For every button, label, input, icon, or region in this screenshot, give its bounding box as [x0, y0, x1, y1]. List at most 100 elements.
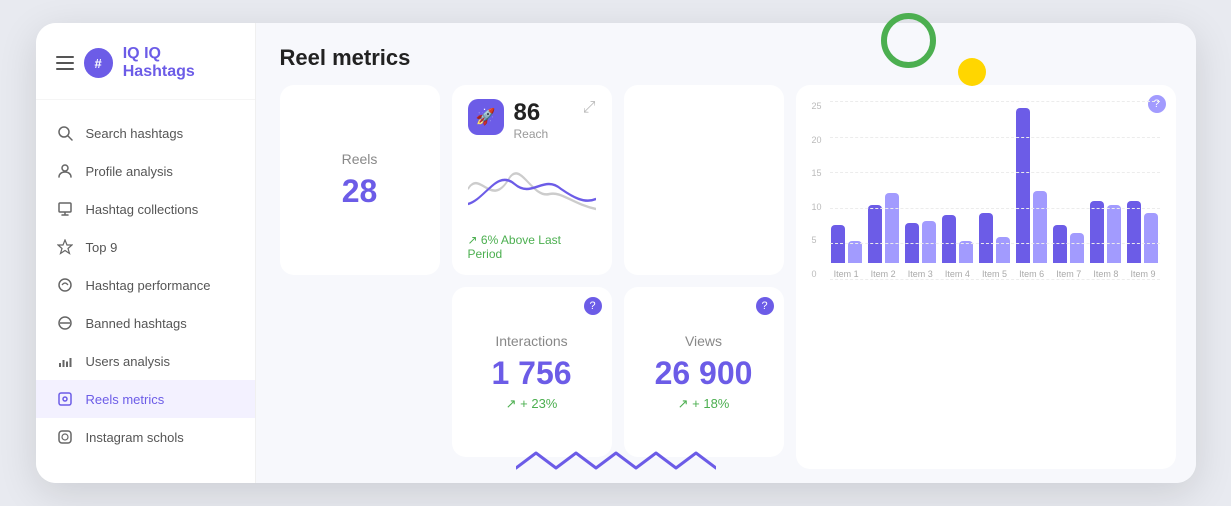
bar-item4-dark [942, 215, 956, 263]
bar-group-item9: Item 9 [1126, 201, 1159, 279]
sidebar-item-top-9[interactable]: Top 9 [36, 228, 255, 266]
y-label-5: 5 [812, 235, 822, 245]
sidebar-label-banned-hashtags: Banned hashtags [86, 316, 187, 331]
bar-label-item1: Item 1 [834, 269, 859, 279]
bar-item1-dark [831, 225, 845, 263]
bar-group-item4: Item 4 [941, 215, 974, 279]
sidebar-label-users-analysis: Users analysis [86, 354, 171, 369]
bar-chart-section: ? 25 20 15 10 5 0 [796, 85, 1176, 469]
deco-circle-yellow [958, 58, 986, 86]
performance-icon [56, 276, 74, 294]
sidebar-label-reels-metrics: Reels metrics [86, 392, 165, 407]
bar-group-item8: Item 8 [1089, 201, 1122, 279]
bar-item9-dark [1127, 201, 1141, 263]
users-icon [56, 352, 74, 370]
reach-arrow: ↗ [468, 233, 478, 247]
y-label-25: 25 [812, 101, 822, 111]
bar-group-item3: Item 3 [904, 221, 937, 279]
sidebar-item-banned-hashtags[interactable]: Banned hashtags [36, 304, 255, 342]
y-label-15: 15 [812, 168, 822, 178]
hamburger-icon[interactable] [56, 56, 74, 70]
bar-item6-light [1033, 191, 1047, 263]
bar-item3-light [922, 221, 936, 263]
bar-label-item9: Item 9 [1130, 269, 1155, 279]
banned-icon [56, 314, 74, 332]
bar-item2-light [885, 193, 899, 263]
y-label-10: 10 [812, 202, 822, 212]
reels-icon [56, 390, 74, 408]
views-value: 26 900 [655, 355, 753, 392]
bar-item2-dark [868, 205, 882, 263]
search-icon [56, 124, 74, 142]
sidebar-label-search-hashtags: Search hashtags [86, 126, 184, 141]
reach-value: 86 [514, 99, 549, 127]
interactions-change: ↗ + 23% [506, 396, 558, 412]
bar-group-item5: Item 5 [978, 213, 1011, 279]
bar-group-item1: Item 1 [830, 225, 863, 279]
sidebar-item-instagram-schols[interactable]: Instagram schols [36, 418, 255, 456]
interactions-value: 1 756 [491, 355, 571, 392]
bar-item5-dark [979, 213, 993, 263]
sidebar-logo: # IQ IQ Hashtags [36, 23, 255, 100]
reach-chart [468, 149, 596, 229]
bar-label-item7: Item 7 [1056, 269, 1081, 279]
bar-item6-dark [1016, 108, 1030, 263]
app-container: # IQ IQ Hashtags Search hashtags [36, 23, 1196, 483]
expand-icon[interactable]: ⤢ [583, 99, 596, 117]
views-change: ↗ + 18% [678, 396, 730, 412]
sidebar-label-hashtag-performance: Hashtag performance [86, 278, 211, 293]
bar-item4-light [959, 241, 973, 263]
bar-item1-light [848, 241, 862, 263]
sidebar-label-instagram-schols: Instagram schols [86, 430, 184, 445]
views-help-badge[interactable]: ? [756, 297, 774, 315]
sidebar-label-profile-analysis: Profile analysis [86, 164, 173, 179]
sidebar-nav: Search hashtags Profile analysis [36, 100, 255, 483]
sidebar-item-hashtag-collections[interactable]: Hashtag collections [36, 190, 255, 228]
bar-label-item2: Item 2 [871, 269, 896, 279]
logo-text: IQ IQ Hashtags [123, 45, 235, 81]
bar-item7-dark [1053, 225, 1067, 263]
star-icon [56, 238, 74, 256]
bar-label-item8: Item 8 [1093, 269, 1118, 279]
metrics-grid: Filters ▼ Reels 28 [256, 85, 796, 469]
wave-decoration [516, 448, 716, 493]
interactions-label: Interactions [495, 333, 567, 349]
reach-card: 🚀 86 Reach ⤢ [452, 85, 612, 275]
sidebar-label-hashtag-collections: Hashtag collections [86, 202, 199, 217]
sidebar-item-profile-analysis[interactable]: Profile analysis [36, 152, 255, 190]
views-arrow: ↗ [678, 396, 689, 411]
bar-label-item5: Item 5 [982, 269, 1007, 279]
sidebar: # IQ IQ Hashtags Search hashtags [36, 23, 256, 483]
bar-label-item3: Item 3 [908, 269, 933, 279]
sidebar-item-reels-metrics[interactable]: Reels metrics [36, 380, 255, 418]
bar-label-item6: Item 6 [1019, 269, 1044, 279]
reach-change: ↗ 6% Above Last Period [468, 233, 596, 261]
sidebar-label-top-9: Top 9 [86, 240, 118, 255]
profile-icon [56, 162, 74, 180]
reels-card: Reels 28 [280, 85, 440, 275]
page-title: Reel metrics [280, 45, 411, 71]
sidebar-item-users-analysis[interactable]: Users analysis [36, 342, 255, 380]
collections-icon [56, 200, 74, 218]
bar-item5-light [996, 237, 1010, 263]
deco-circle-green [881, 13, 936, 68]
y-label-0: 0 [812, 269, 822, 279]
bar-label-item4: Item 4 [945, 269, 970, 279]
reels-value: 28 [342, 173, 378, 210]
bar-item8-dark [1090, 201, 1104, 263]
sidebar-item-hashtag-performance[interactable]: Hashtag performance [36, 266, 255, 304]
logo-mark: # [84, 48, 113, 78]
bar-group-item7: Item 7 [1052, 225, 1085, 279]
main-content: Reel metrics Filters ▼ [256, 23, 1196, 483]
reach-icon-box: 🚀 [468, 99, 504, 135]
views-card: ? Views 26 900 ↗ + 18% [624, 287, 784, 457]
views-label: Views [685, 333, 722, 349]
bar-item3-dark [905, 223, 919, 263]
bar-item7-light [1070, 233, 1084, 263]
reels-label: Reels [342, 151, 378, 167]
sidebar-item-search-hashtags[interactable]: Search hashtags [36, 114, 255, 152]
bar-item8-light [1107, 205, 1121, 263]
bar-group-item2: Item 2 [867, 193, 900, 279]
interactions-help-badge[interactable]: ? [584, 297, 602, 315]
bar-group-item6: Item 6 [1015, 108, 1048, 279]
